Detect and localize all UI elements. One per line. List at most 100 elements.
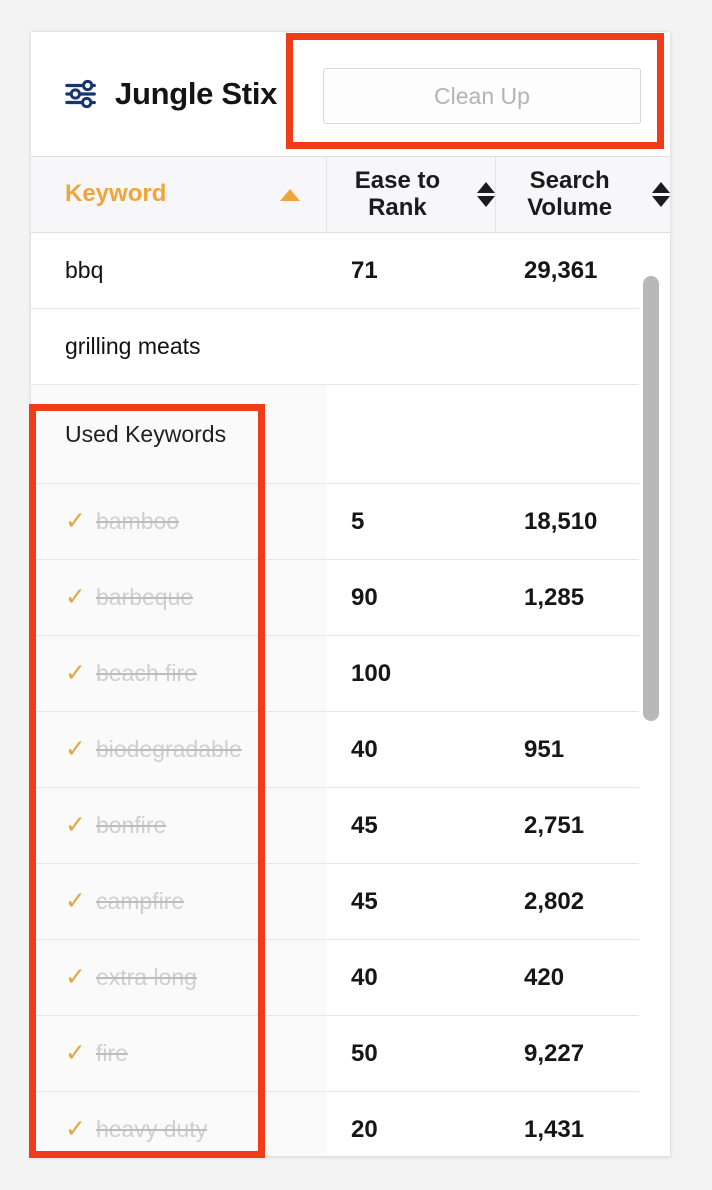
checkmark-icon[interactable]: ✓ bbox=[65, 585, 86, 610]
scrollbar-thumb[interactable] bbox=[643, 276, 659, 721]
sort-up-icon bbox=[652, 182, 670, 193]
cell-search-volume: 1,431 bbox=[497, 1092, 639, 1157]
cell-keyword[interactable]: ✓ campfire bbox=[31, 864, 327, 939]
checkmark-icon[interactable]: ✓ bbox=[65, 1117, 86, 1142]
table-row[interactable]: ✓ biodegradable 40 951 bbox=[31, 712, 639, 788]
column-header-keyword[interactable]: Keyword bbox=[31, 157, 327, 232]
table-row[interactable]: ✓ bonfire 45 2,751 bbox=[31, 788, 639, 864]
column-header-ease-label: Ease to Rank bbox=[327, 168, 469, 222]
keyword-label: bonfire bbox=[96, 812, 166, 839]
checkmark-icon[interactable]: ✓ bbox=[65, 889, 86, 914]
search-volume-value: 18,510 bbox=[524, 508, 597, 536]
cell-ease-to-rank bbox=[327, 385, 497, 483]
ease-to-rank-value: 100 bbox=[351, 660, 391, 688]
cell-search-volume: 9,227 bbox=[497, 1016, 639, 1091]
cell-search-volume bbox=[497, 309, 639, 384]
checkmark-icon[interactable]: ✓ bbox=[65, 509, 86, 534]
ease-to-rank-value: 90 bbox=[351, 584, 378, 612]
cell-search-volume bbox=[497, 636, 639, 711]
search-volume-value: 29,361 bbox=[524, 257, 597, 285]
cell-ease-to-rank: 71 bbox=[327, 233, 497, 308]
ease-to-rank-value: 40 bbox=[351, 964, 378, 992]
keyword-label: extra long bbox=[96, 964, 197, 991]
search-volume-value: 1,431 bbox=[524, 1116, 584, 1144]
sort-down-icon bbox=[477, 196, 495, 207]
table-row[interactable]: ✓ fire 50 9,227 bbox=[31, 1016, 639, 1092]
cell-ease-to-rank bbox=[327, 309, 497, 384]
table-row[interactable]: ✓ beach fire 100 bbox=[31, 636, 639, 712]
table-row[interactable]: ✓ bamboo 5 18,510 bbox=[31, 484, 639, 560]
cell-keyword[interactable]: Used Keywords bbox=[31, 385, 327, 483]
checkmark-icon[interactable]: ✓ bbox=[65, 737, 86, 762]
search-volume-value: 420 bbox=[524, 964, 564, 992]
cell-search-volume: 2,751 bbox=[497, 788, 639, 863]
ease-to-rank-value: 50 bbox=[351, 1040, 378, 1068]
cell-keyword[interactable]: ✓ beach fire bbox=[31, 636, 327, 711]
keyword-label: bbq bbox=[65, 257, 103, 284]
checkmark-icon[interactable]: ✓ bbox=[65, 813, 86, 838]
cell-keyword[interactable]: ✓barbeque bbox=[31, 560, 327, 635]
column-header-search-volume[interactable]: Search Volume bbox=[496, 157, 670, 232]
column-header-volume-label: Search Volume bbox=[496, 168, 643, 222]
cell-ease-to-rank: 90 bbox=[327, 560, 497, 635]
keyword-label: grilling meats bbox=[65, 333, 201, 360]
cell-keyword[interactable]: grilling meats bbox=[31, 309, 327, 384]
page-title: Jungle Stix bbox=[115, 76, 277, 112]
cell-keyword[interactable]: ✓heavy duty bbox=[31, 1092, 327, 1157]
sort-down-icon bbox=[652, 196, 670, 207]
table-row[interactable]: grilling meats bbox=[31, 309, 639, 385]
ease-to-rank-value: 5 bbox=[351, 508, 364, 536]
sort-toggle-icon[interactable] bbox=[652, 182, 670, 207]
table-section-header[interactable]: Used Keywords bbox=[31, 385, 639, 484]
keyword-label: campfire bbox=[96, 888, 184, 915]
vertical-scrollbar[interactable] bbox=[640, 234, 662, 1154]
cell-ease-to-rank: 20 bbox=[327, 1092, 497, 1157]
cell-keyword[interactable]: ✓ biodegradable bbox=[31, 712, 327, 787]
table-row[interactable]: ✓heavy duty 20 1,431 bbox=[31, 1092, 639, 1157]
search-volume-value: 9,227 bbox=[524, 1040, 584, 1068]
keyword-label: beach fire bbox=[96, 660, 197, 687]
keyword-label: biodegradable bbox=[96, 736, 242, 763]
cell-search-volume: 1,285 bbox=[497, 560, 639, 635]
keyword-panel-card: Jungle Stix Clean Up Keyword Ease to Ran… bbox=[30, 31, 671, 1157]
keyword-label: fire bbox=[96, 1040, 128, 1067]
sort-up-icon bbox=[477, 182, 495, 193]
search-volume-value: 2,751 bbox=[524, 812, 584, 840]
table-header-row: Keyword Ease to Rank Search Volume bbox=[31, 157, 670, 233]
cell-search-volume: 18,510 bbox=[497, 484, 639, 559]
sort-ascending-icon[interactable] bbox=[280, 189, 300, 201]
sliders-icon bbox=[63, 77, 101, 111]
cell-keyword[interactable]: ✓ bonfire bbox=[31, 788, 327, 863]
table-row[interactable]: bbq 71 29,361 bbox=[31, 233, 639, 309]
checkmark-icon[interactable]: ✓ bbox=[65, 661, 86, 686]
cell-keyword[interactable]: ✓ extra long bbox=[31, 940, 327, 1015]
keyword-table-body: bbq7129,361grilling meatsUsed Keywords✓b… bbox=[31, 233, 670, 1157]
checkmark-icon[interactable]: ✓ bbox=[65, 1041, 86, 1066]
cell-search-volume: 420 bbox=[497, 940, 639, 1015]
ease-to-rank-value: 40 bbox=[351, 736, 378, 764]
cell-search-volume: 2,802 bbox=[497, 864, 639, 939]
ease-to-rank-value: 20 bbox=[351, 1116, 378, 1144]
cell-keyword[interactable]: bbq bbox=[31, 233, 327, 308]
column-header-ease-to-rank[interactable]: Ease to Rank bbox=[327, 157, 497, 232]
keyword-label: bamboo bbox=[96, 508, 179, 535]
cell-ease-to-rank: 100 bbox=[327, 636, 497, 711]
cell-ease-to-rank: 40 bbox=[327, 712, 497, 787]
table-row[interactable]: ✓ extra long 40 420 bbox=[31, 940, 639, 1016]
table-row[interactable]: ✓barbeque 90 1,285 bbox=[31, 560, 639, 636]
search-volume-value: 2,802 bbox=[524, 888, 584, 916]
table-row[interactable]: ✓ campfire 45 2,802 bbox=[31, 864, 639, 940]
app-root: Jungle Stix Clean Up Keyword Ease to Ran… bbox=[0, 0, 712, 1190]
clean-up-button[interactable]: Clean Up bbox=[323, 68, 641, 124]
ease-to-rank-value: 45 bbox=[351, 812, 378, 840]
cell-ease-to-rank: 5 bbox=[327, 484, 497, 559]
cell-ease-to-rank: 40 bbox=[327, 940, 497, 1015]
sort-toggle-icon[interactable] bbox=[477, 182, 495, 207]
search-volume-value: 1,285 bbox=[524, 584, 584, 612]
cell-search-volume: 951 bbox=[497, 712, 639, 787]
checkmark-icon[interactable]: ✓ bbox=[65, 965, 86, 990]
cell-keyword[interactable]: ✓ bamboo bbox=[31, 484, 327, 559]
cell-keyword[interactable]: ✓ fire bbox=[31, 1016, 327, 1091]
search-volume-value: 951 bbox=[524, 736, 564, 764]
ease-to-rank-value: 45 bbox=[351, 888, 378, 916]
